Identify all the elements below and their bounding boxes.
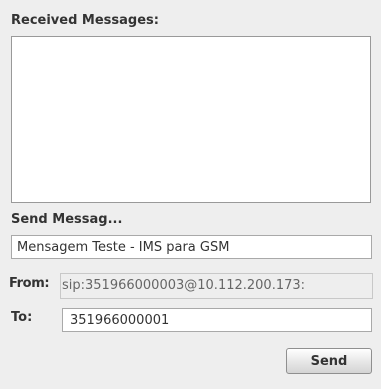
received-messages-label: Received Messages: bbox=[11, 13, 159, 28]
send-button[interactable]: Send bbox=[286, 348, 372, 374]
from-field: sip:351966000003@10.112.200.173: bbox=[60, 273, 373, 299]
messaging-panel: Received Messages: Send Messag... From: … bbox=[0, 0, 381, 389]
send-message-label: Send Messag... bbox=[11, 212, 123, 227]
to-label: To: bbox=[11, 310, 33, 325]
from-label: From: bbox=[9, 276, 50, 291]
received-messages-area[interactable] bbox=[11, 36, 371, 203]
message-input[interactable] bbox=[11, 235, 372, 259]
to-input[interactable] bbox=[62, 308, 372, 332]
